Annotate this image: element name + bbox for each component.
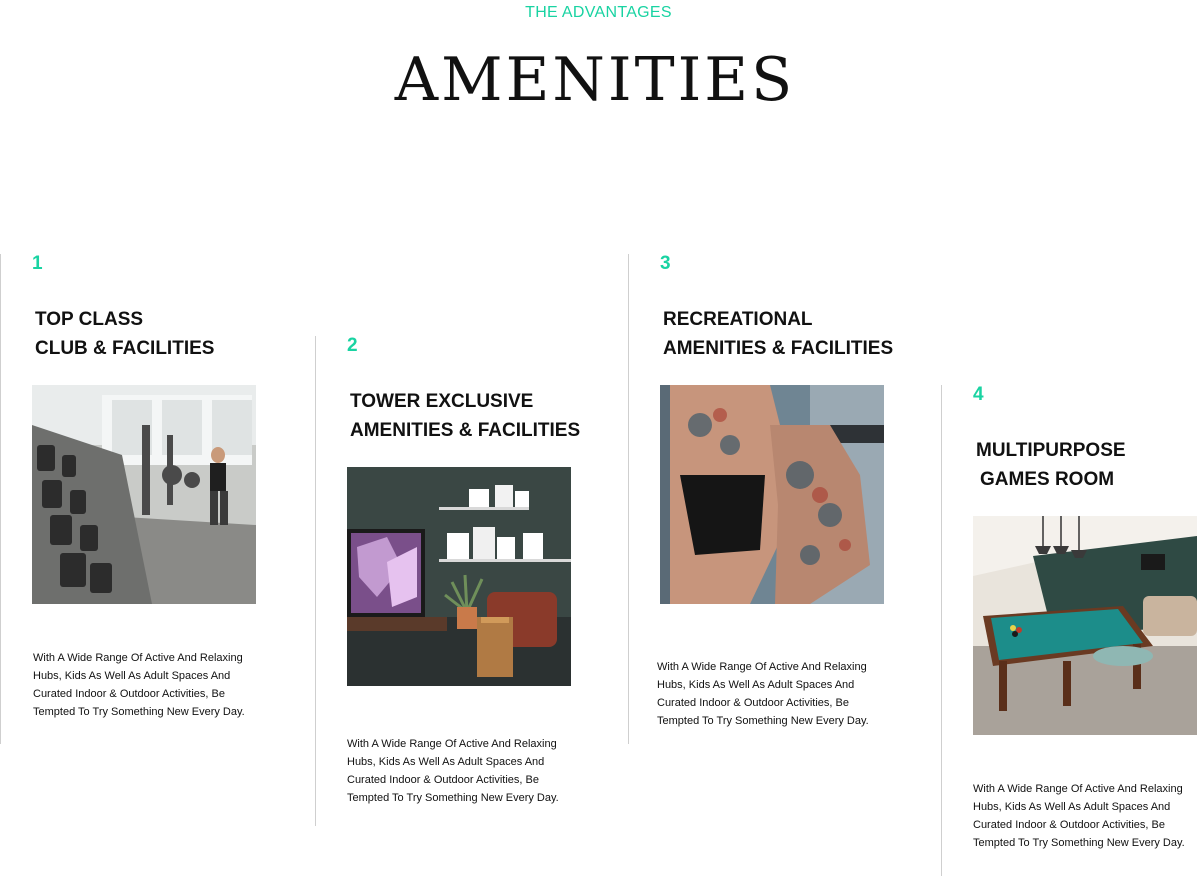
card-heading-line: CLUB & FACILITIES [35, 338, 215, 359]
divider-line [628, 254, 629, 744]
page-title: AMENITIES [394, 45, 796, 115]
card-number: 4 [973, 384, 984, 405]
lounge-interior-photo [347, 467, 571, 686]
card-description: With A Wide Range Of Active And Relaxing… [347, 738, 559, 804]
card-description: With A Wide Range Of Active And Relaxing… [33, 652, 245, 718]
card-heading-line: AMENITIES & FACILITIES [350, 420, 581, 441]
card-number: 3 [660, 253, 671, 274]
divider-line [941, 385, 942, 876]
card-heading-line: TOP CLASS [35, 309, 144, 330]
card-heading: TOWER EXCLUSIVE AMENITIES & FACILITIES [350, 387, 580, 445]
card-heading-line: RECREATIONAL [663, 309, 813, 330]
divider-line [0, 254, 1, 744]
card-number: 2 [347, 335, 358, 356]
billiards-games-room-photo [973, 516, 1197, 735]
card-description: With A Wide Range Of Active And Relaxing… [973, 783, 1185, 849]
card-heading: TOP CLASS CLUB & FACILITIES [35, 305, 214, 363]
card-heading-line: GAMES ROOM [980, 469, 1115, 490]
weightlifter-barbell-photo [660, 385, 884, 604]
card-description: With A Wide Range Of Active And Relaxing… [657, 661, 869, 727]
card-heading-line: MULTIPURPOSE [976, 440, 1126, 461]
gym-dumbbell-rack-photo [32, 385, 256, 604]
card-heading: RECREATIONAL AMENITIES & FACILITIES [663, 305, 893, 363]
card-heading-line: AMENITIES & FACILITIES [663, 338, 894, 359]
card-heading-line: TOWER EXCLUSIVE [350, 391, 534, 412]
section-eyebrow: THE ADVANTAGES [525, 4, 672, 21]
divider-line [315, 336, 316, 826]
card-number: 1 [32, 253, 43, 274]
card-heading: MULTIPURPOSE GAMES ROOM [976, 436, 1126, 494]
